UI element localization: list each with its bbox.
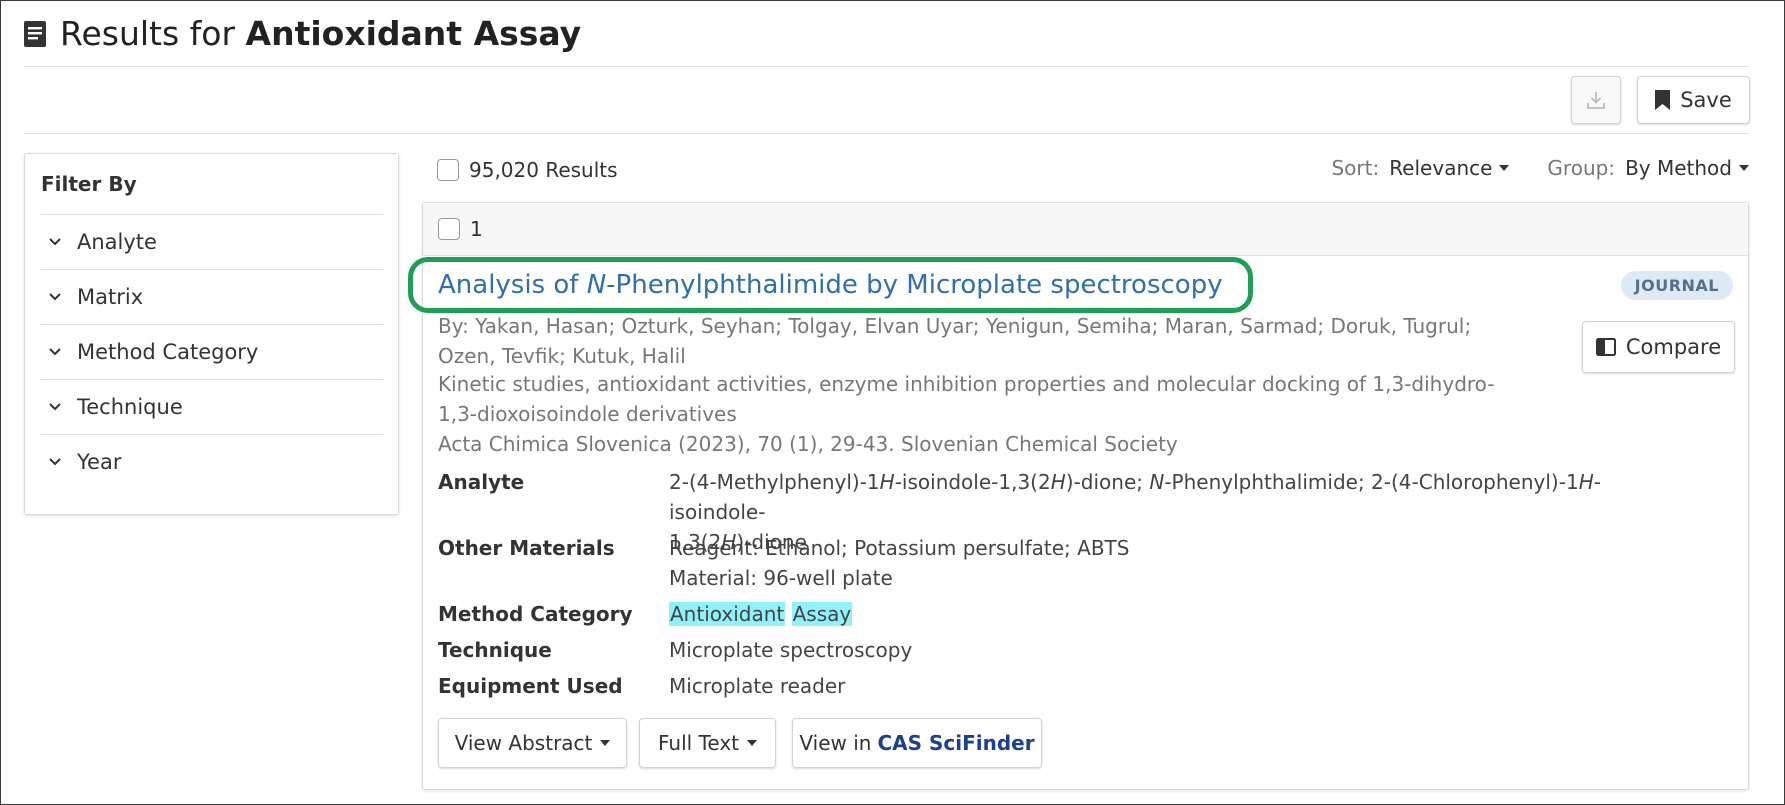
filter-label: Method Category: [77, 340, 259, 364]
group-label: Group:: [1547, 156, 1616, 180]
equipment-value: Microplate reader: [669, 674, 846, 698]
other-materials-row: Other Materials Reagent: Ethanol; Potass…: [438, 533, 1129, 593]
result-title-highlight: Analysis of N-Phenylphthalimide by Micro…: [408, 257, 1253, 313]
title-prefix: Results for: [60, 14, 236, 53]
results-count-label: 95,020 Results: [469, 158, 618, 182]
caret-down-icon: [747, 740, 757, 746]
result-checkbox[interactable]: [438, 218, 460, 240]
bookmark-icon: [1655, 90, 1671, 110]
method-category-value: Antioxidant Assay: [669, 599, 853, 629]
caret-down-icon: [1739, 165, 1749, 171]
download-icon: [1587, 92, 1605, 109]
save-label: Save: [1680, 88, 1732, 112]
technique-row: Technique Microplate spectroscopy: [438, 635, 912, 665]
sort-group-controls: Sort: Relevance Group: By Method: [1331, 156, 1749, 180]
filter-label: Technique: [77, 395, 183, 419]
cas-scifinder-label: CAS SciFinder: [877, 731, 1035, 755]
filter-item-matrix[interactable]: Matrix: [41, 269, 383, 324]
filter-item-analyte[interactable]: Analyte: [41, 214, 383, 269]
page-header: Results for Antioxidant Assay: [24, 14, 581, 53]
equipment-row: Equipment Used Microplate reader: [438, 671, 845, 701]
chevron-down-icon: [49, 458, 61, 466]
title-part: Analysis of: [438, 270, 587, 300]
filter-label: Matrix: [77, 285, 144, 309]
view-abstract-button[interactable]: View Abstract: [438, 718, 627, 768]
document-icon: [24, 20, 46, 47]
filter-title: Filter By: [41, 172, 137, 196]
filter-label: Analyte: [77, 230, 157, 254]
filter-label: Year: [77, 450, 122, 474]
filter-item-technique[interactable]: Technique: [41, 379, 383, 434]
reagent-line: Reagent: Ethanol; Potassium persulfate; …: [669, 536, 1130, 560]
search-highlight: Antioxidant: [669, 602, 786, 626]
title-query: Antioxidant Assay: [245, 14, 582, 53]
authors: By: Yakan, Hasan; Ozturk, Seyhan; Tolgay…: [438, 314, 1472, 368]
group-value: By Method: [1625, 156, 1732, 180]
search-highlight: Assay: [791, 602, 853, 626]
full-text-button[interactable]: Full Text: [639, 718, 776, 768]
journal-badge: JOURNAL: [1620, 271, 1733, 300]
download-button[interactable]: [1571, 76, 1621, 124]
chevron-down-icon: [49, 293, 61, 301]
full-text-label: Full Text: [657, 731, 739, 755]
results-count: 95,020 Results: [437, 158, 618, 182]
chevron-down-icon: [49, 348, 61, 356]
field-label: Technique: [438, 638, 552, 662]
filter-list: Analyte Matrix Method Category Technique…: [41, 214, 383, 489]
field-label: Equipment Used: [438, 674, 623, 698]
save-button[interactable]: Save: [1637, 76, 1750, 124]
group-dropdown[interactable]: By Method: [1625, 156, 1749, 180]
field-label: Method Category: [438, 602, 633, 626]
view-in-label: View in: [799, 731, 872, 755]
article-title: Kinetic studies, antioxidant activities,…: [438, 372, 1495, 426]
title-part-italic: N: [586, 270, 607, 300]
journal-reference: Acta Chimica Slovenica (2023), 70 (1), 2…: [438, 432, 1178, 456]
result-card-header: 1: [423, 203, 1748, 256]
page-title: Results for Antioxidant Assay: [60, 14, 581, 53]
title-part: -Phenylphthalimide by Microplate spectro…: [606, 270, 1223, 300]
other-materials-value: Reagent: Ethanol; Potassium persulfate; …: [669, 533, 1129, 593]
toolbar-divider: [24, 133, 1749, 134]
caret-down-icon: [1499, 165, 1510, 171]
view-abstract-label: View Abstract: [454, 731, 593, 755]
result-card: 1 Analysis of N-Phenylphthalimide by Mic…: [408, 202, 1749, 790]
view-in-scifinder-button[interactable]: View in CAS SciFinder: [792, 718, 1042, 768]
sort-value: Relevance: [1389, 156, 1493, 180]
filter-item-method-category[interactable]: Method Category: [41, 324, 383, 379]
sort-label: Sort:: [1331, 156, 1380, 180]
technique-value: Microplate spectroscopy: [669, 638, 913, 662]
sort-dropdown[interactable]: Relevance: [1389, 156, 1510, 180]
compare-label: Compare: [1625, 335, 1722, 359]
material-line: Material: 96-well plate: [669, 566, 893, 590]
chevron-down-icon: [49, 238, 61, 246]
field-label: Other Materials: [438, 536, 615, 560]
method-category-row: Method Category Antioxidant Assay: [438, 599, 853, 629]
select-all-checkbox[interactable]: [437, 159, 459, 181]
chevron-down-icon: [49, 403, 61, 411]
caret-down-icon: [600, 740, 611, 746]
filter-sidebar: Filter By Analyte Matrix Method Category…: [24, 153, 399, 515]
result-title-link[interactable]: Analysis of N-Phenylphthalimide by Micro…: [438, 270, 1223, 300]
compare-icon: [1595, 338, 1616, 356]
compare-button[interactable]: Compare: [1582, 321, 1735, 373]
header-divider: [24, 66, 1749, 67]
filter-item-year[interactable]: Year: [41, 434, 383, 489]
result-index: 1: [470, 217, 483, 241]
